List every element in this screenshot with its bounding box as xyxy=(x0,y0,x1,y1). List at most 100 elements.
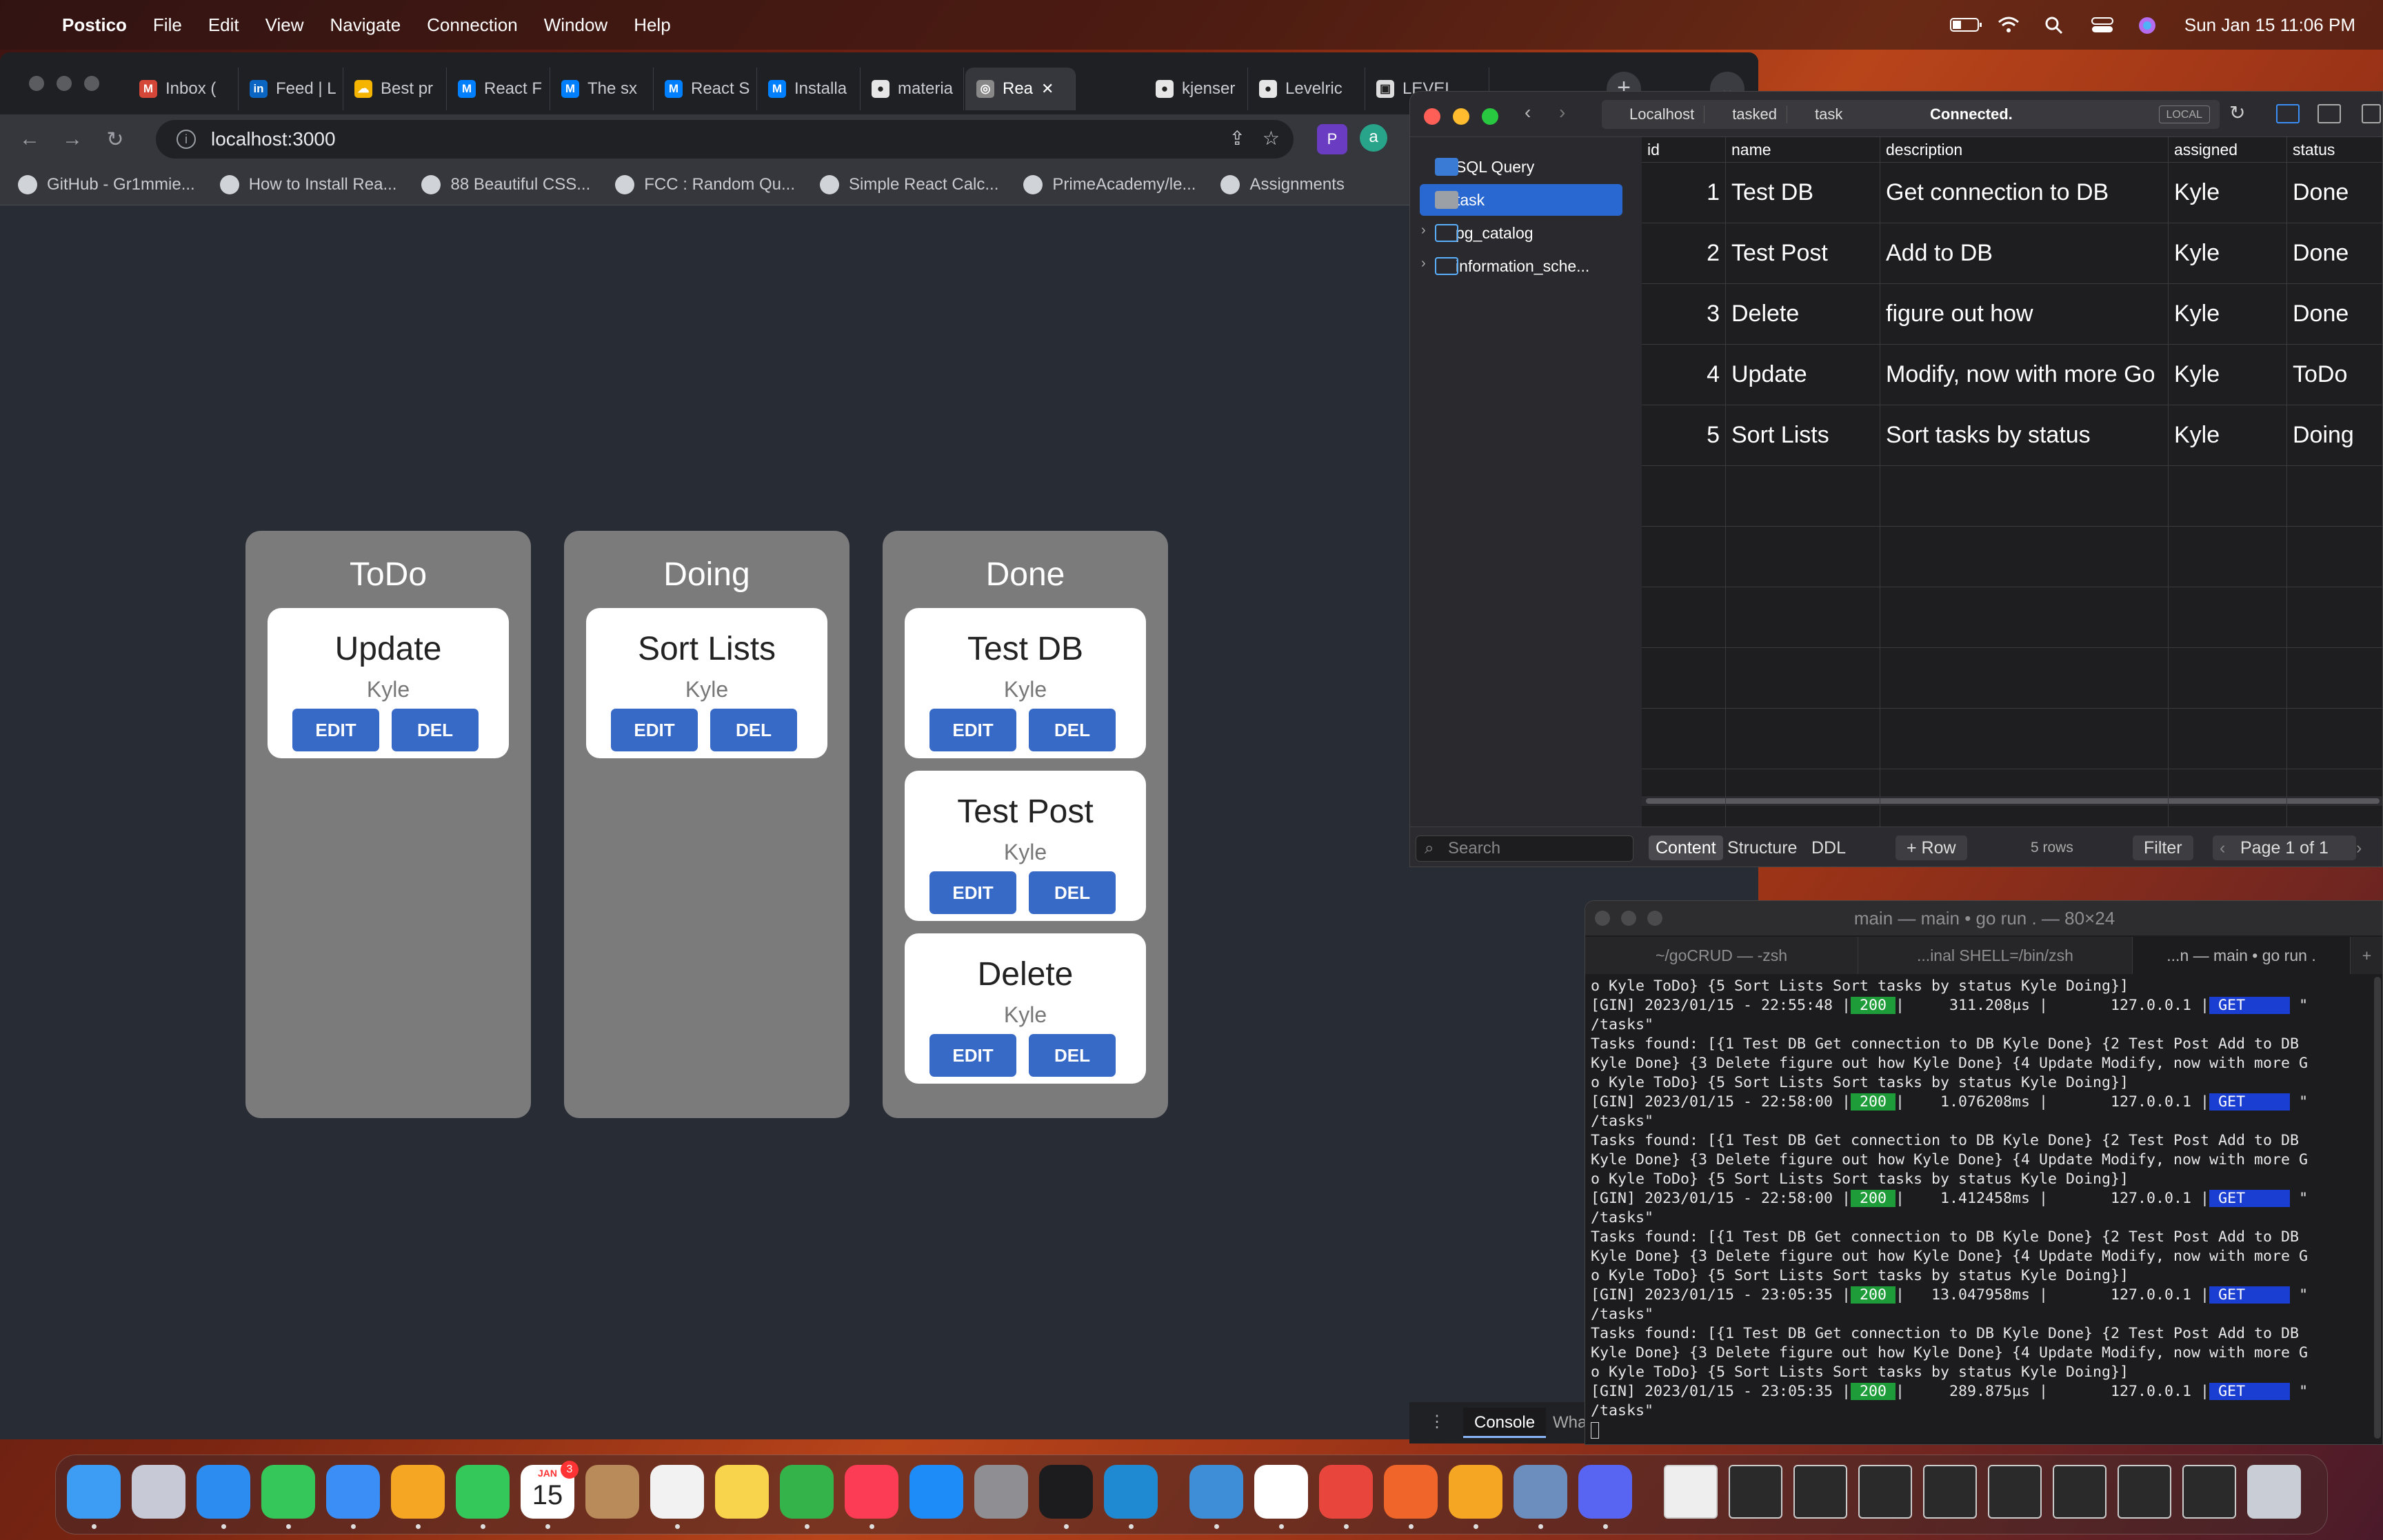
edit-button[interactable]: EDIT xyxy=(929,1034,1016,1077)
devtools-menu-icon[interactable]: ⋮ xyxy=(1429,1412,1445,1432)
sidebar-item-task[interactable]: task xyxy=(1420,184,1622,216)
delete-button[interactable]: DEL xyxy=(1029,1034,1116,1077)
bookmark-item[interactable]: FCC : Random Qu... xyxy=(615,174,795,194)
table-cell-id[interactable]: 3 xyxy=(1642,283,1726,344)
terminal-icon[interactable] xyxy=(1039,1465,1093,1519)
table-cell-assigned[interactable]: Kyle xyxy=(2169,283,2287,344)
screenshot-icon[interactable] xyxy=(1729,1465,1782,1519)
table-cell-description[interactable]: figure out how xyxy=(1880,283,2169,344)
next-page-icon[interactable]: › xyxy=(2356,835,2362,860)
filter-button[interactable]: Filter xyxy=(2133,835,2193,860)
site-info-icon[interactable]: i xyxy=(177,130,196,149)
table-cell-status[interactable]: Done xyxy=(2287,283,2382,344)
address-bar[interactable]: i localhost:3000 ⇪ ☆ xyxy=(156,120,1294,159)
browser-tab[interactable]: ● kjenser xyxy=(1145,68,1248,110)
table-cell-name[interactable]: Sort Lists xyxy=(1726,405,1880,465)
profile-avatar[interactable]: a xyxy=(1360,124,1387,152)
document-icon[interactable] xyxy=(1664,1465,1718,1519)
trash-icon[interactable] xyxy=(2247,1465,2301,1519)
table-cell-id[interactable]: 4 xyxy=(1642,344,1726,405)
table-cell-description[interactable]: Sort tasks by status xyxy=(1880,405,2169,465)
forward-icon[interactable]: → xyxy=(51,128,94,151)
browser-tab[interactable]: ◎ Rea ✕ xyxy=(965,68,1076,110)
back-icon[interactable]: ← xyxy=(8,128,51,151)
table-cell-assigned[interactable]: Kyle xyxy=(2169,405,2287,465)
edit-button[interactable]: EDIT xyxy=(611,709,698,751)
screenshot-icon[interactable] xyxy=(1923,1465,1977,1519)
window-zoom-button[interactable] xyxy=(84,76,99,91)
table-cell-name[interactable]: Delete xyxy=(1726,283,1880,344)
tab-structure[interactable]: Structure xyxy=(1727,835,1797,860)
refresh-icon[interactable]: ↻ xyxy=(2229,101,2245,124)
screenshot-icon[interactable] xyxy=(1793,1465,1847,1519)
music-icon[interactable] xyxy=(845,1465,898,1519)
reload-icon[interactable]: ↻ xyxy=(94,128,137,152)
terminal-zoom-button[interactable] xyxy=(1647,911,1662,926)
bookmark-item[interactable]: Simple React Calc... xyxy=(819,174,998,194)
wifi-icon[interactable] xyxy=(1997,16,2020,34)
terminal-minimize-button[interactable] xyxy=(1621,911,1636,926)
sidebar-item-pg_catalog[interactable]: › pg_catalog xyxy=(1420,217,1622,249)
table-cell-name[interactable]: Test DB xyxy=(1726,162,1880,223)
postico-icon[interactable] xyxy=(1189,1465,1243,1519)
table-cell-description[interactable]: Add to DB xyxy=(1880,223,2169,283)
menu-datetime[interactable]: Sun Jan 15 11:06 PM xyxy=(2184,14,2355,36)
browser-tab[interactable]: in Feed | L xyxy=(239,68,343,110)
tab-console[interactable]: Console xyxy=(1463,1408,1547,1438)
bookmark-star-icon[interactable]: ☆ xyxy=(1263,127,1280,150)
screenshot-icon[interactable] xyxy=(2118,1465,2171,1519)
bookmark-item[interactable]: 88 Beautiful CSS... xyxy=(421,174,590,194)
slack-icon[interactable] xyxy=(1254,1465,1308,1519)
browser-tab[interactable]: M The sx xyxy=(550,68,654,110)
address-url[interactable]: localhost:3000 xyxy=(211,128,336,150)
column-header-id[interactable]: id xyxy=(1642,137,1726,162)
reminders-icon[interactable] xyxy=(650,1465,704,1519)
menu-file[interactable]: File xyxy=(153,14,182,36)
siri-icon[interactable] xyxy=(2138,16,2161,34)
bookmark-item[interactable]: Assignments xyxy=(1220,174,1345,194)
breadcrumb-database[interactable]: tasked xyxy=(1705,105,1788,123)
browser-tab[interactable]: M Inbox ( xyxy=(128,68,239,110)
table-cell-status[interactable]: Done xyxy=(2287,223,2382,283)
chevron-right-icon[interactable]: › xyxy=(1421,256,1426,272)
window-close-button[interactable] xyxy=(29,76,44,91)
terminal-tab-shell[interactable]: ...inal SHELL=/bin/zsh xyxy=(1858,937,2133,974)
menu-app-name[interactable]: Postico xyxy=(62,14,127,36)
notes-icon[interactable] xyxy=(715,1465,769,1519)
table-cell-id[interactable]: 2 xyxy=(1642,223,1726,283)
calendar-icon[interactable]: JAN 15 3 xyxy=(521,1461,579,1519)
inspector-toggle-icon[interactable] xyxy=(2317,104,2341,123)
chevron-right-icon[interactable]: › xyxy=(1421,223,1426,239)
table-cell-description[interactable]: Modify, now with more Go xyxy=(1880,344,2169,405)
screenshot-icon[interactable] xyxy=(1858,1465,1912,1519)
delete-button[interactable]: DEL xyxy=(392,709,479,751)
bookmark-item[interactable]: How to Install Rea... xyxy=(219,174,396,194)
bookmark-item[interactable]: PrimeAcademy/le... xyxy=(1023,174,1196,194)
delete-button[interactable]: DEL xyxy=(1029,709,1116,751)
extension-icon[interactable]: P xyxy=(1317,124,1347,154)
edit-button[interactable]: EDIT xyxy=(292,709,379,751)
safari-icon[interactable] xyxy=(197,1465,250,1519)
table-cell-status[interactable]: ToDo xyxy=(2287,344,2382,405)
column-header-status[interactable]: status xyxy=(2287,137,2382,162)
postico-minimize-button[interactable] xyxy=(1453,108,1469,125)
table-cell-status[interactable]: Doing xyxy=(2287,405,2382,465)
finder-icon[interactable] xyxy=(67,1465,121,1519)
window-minimize-button[interactable] xyxy=(57,76,72,91)
table-cell-name[interactable]: Test Post xyxy=(1726,223,1880,283)
browser-tab[interactable]: ● Levelric xyxy=(1248,68,1365,110)
edit-button[interactable]: EDIT xyxy=(929,709,1016,751)
chrome-icon[interactable] xyxy=(1319,1465,1373,1519)
sidebar-item-sqlquery[interactable]: SQL Query xyxy=(1420,151,1622,183)
browser-tab[interactable]: ☁ Best pr xyxy=(343,68,447,110)
column-header-name[interactable]: name xyxy=(1726,137,1880,162)
table-cell-status[interactable]: Done xyxy=(2287,162,2382,223)
postico-close-button[interactable] xyxy=(1424,108,1440,125)
browser-tab[interactable]: M Installa xyxy=(757,68,861,110)
table-cell-assigned[interactable]: Kyle xyxy=(2169,344,2287,405)
pages-icon[interactable] xyxy=(1449,1465,1502,1519)
table-cell-description[interactable]: Get connection to DB xyxy=(1880,162,2169,223)
terminal-close-button[interactable] xyxy=(1595,911,1610,926)
mail-icon[interactable] xyxy=(326,1465,380,1519)
table-cell-assigned[interactable]: Kyle xyxy=(2169,223,2287,283)
